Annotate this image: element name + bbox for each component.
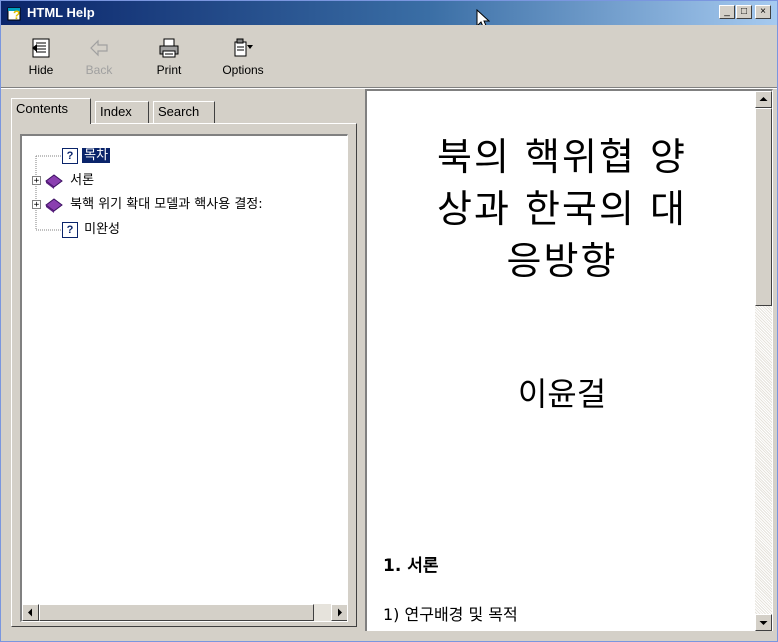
svg-text:?: ? bbox=[13, 8, 20, 21]
scroll-left-button[interactable] bbox=[22, 604, 39, 621]
title-bar[interactable]: ? HTML Help _ □ × bbox=[1, 1, 777, 30]
expand-toggle-crisis-model[interactable]: + bbox=[32, 200, 41, 210]
hide-label: Hide bbox=[28, 63, 54, 77]
back-label: Back bbox=[85, 63, 113, 77]
horizontal-scroll-thumb[interactable] bbox=[39, 604, 314, 621]
scroll-up-button[interactable] bbox=[755, 91, 772, 108]
tree-item-crisis-model[interactable]: 북핵 위기 확대 모델과 핵사용 결정: bbox=[44, 196, 265, 214]
document-author: 이윤걸 bbox=[517, 375, 607, 413]
subsection-heading: 1) 연구배경 및 목적 bbox=[383, 605, 518, 624]
help-app-icon: ? bbox=[7, 7, 21, 21]
printer-icon bbox=[159, 38, 179, 58]
expand-toggle-intro[interactable]: + bbox=[32, 176, 41, 186]
tree-item-intro[interactable]: 서론 bbox=[44, 172, 96, 190]
tab-search[interactable]: Search bbox=[153, 101, 215, 123]
left-arrow-icon bbox=[28, 608, 32, 617]
options-button[interactable]: Options bbox=[215, 37, 271, 85]
scroll-right-button[interactable] bbox=[331, 604, 347, 621]
back-button[interactable]: Back bbox=[75, 37, 123, 85]
question-page-icon: ? bbox=[62, 147, 78, 164]
maximize-button[interactable]: □ bbox=[736, 5, 752, 19]
tree-item-incomplete[interactable]: ? 미완성 bbox=[62, 221, 122, 239]
topic-pane: 북의 핵위협 양 상과 한국의 대 응방향 이윤걸 1. 서론 1) 연구배경 … bbox=[365, 89, 773, 633]
vertical-scrollbar[interactable] bbox=[755, 91, 772, 631]
book-icon bbox=[45, 197, 63, 213]
minimize-button[interactable]: _ bbox=[719, 5, 735, 19]
tab-index[interactable]: Index bbox=[95, 101, 149, 123]
html-help-window: ? HTML Help _ □ × Hide Back Print Option… bbox=[0, 0, 778, 642]
horizontal-scrollbar[interactable] bbox=[22, 604, 347, 621]
contents-panel: ? 목차 + 서론 + 북핵 위기 확대 모델과 핵사용 결정: ? 미완성 bbox=[11, 123, 357, 627]
section-heading: 1. 서론 bbox=[383, 556, 439, 576]
right-arrow-icon bbox=[338, 608, 342, 617]
print-label: Print bbox=[156, 63, 182, 77]
toolbar: Hide Back Print Options bbox=[1, 25, 777, 87]
book-icon bbox=[45, 173, 63, 189]
print-button[interactable]: Print bbox=[145, 37, 193, 85]
hide-icon bbox=[32, 38, 50, 58]
navigation-pane: Contents Index Search ? 목차 + 서론 + 북핵 위기 … bbox=[7, 93, 359, 629]
up-arrow-icon bbox=[759, 97, 768, 101]
window-bottom-edge bbox=[1, 631, 777, 641]
topic-content: 북의 핵위협 양 상과 한국의 대 응방향 이윤걸 1. 서론 1) 연구배경 … bbox=[367, 91, 743, 631]
document-title: 북의 핵위협 양 상과 한국의 대 응방향 bbox=[437, 135, 687, 283]
question-page-icon: ? bbox=[62, 221, 78, 238]
window-title: HTML Help bbox=[27, 5, 95, 20]
options-label: Options bbox=[222, 63, 264, 77]
tree-item-toc[interactable]: ? 목차 bbox=[62, 147, 111, 165]
options-icon bbox=[234, 38, 253, 57]
scroll-down-button[interactable] bbox=[755, 614, 772, 631]
down-arrow-icon bbox=[759, 621, 768, 625]
hide-button[interactable]: Hide bbox=[17, 37, 65, 85]
contents-tree[interactable]: ? 목차 + 서론 + 북핵 위기 확대 모델과 핵사용 결정: ? 미완성 bbox=[20, 134, 348, 622]
tab-contents[interactable]: Contents bbox=[11, 98, 91, 124]
back-arrow-icon bbox=[90, 39, 108, 57]
close-button[interactable]: × bbox=[755, 5, 771, 19]
vertical-scroll-thumb[interactable] bbox=[755, 108, 772, 306]
